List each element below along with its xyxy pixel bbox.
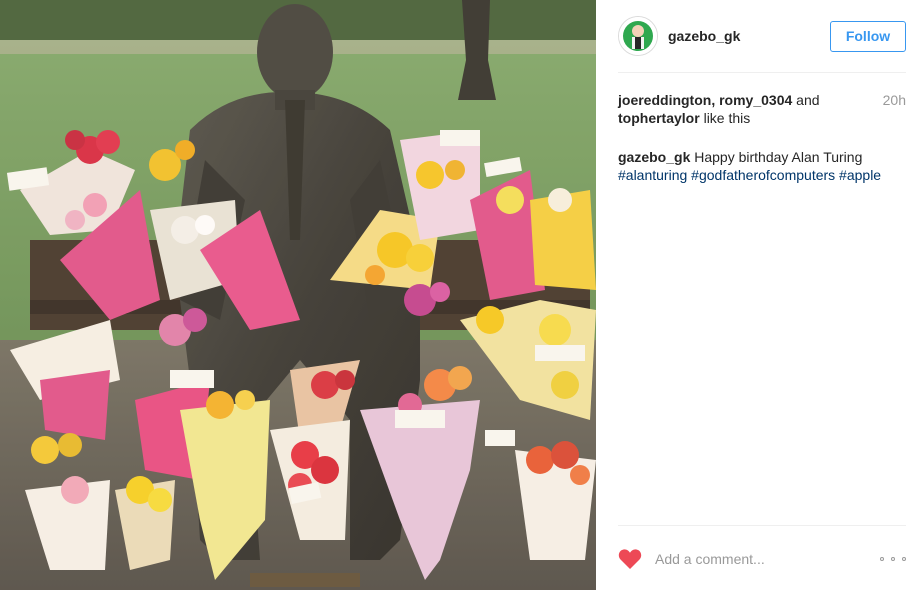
liker-username[interactable]: joereddington bbox=[618, 92, 711, 108]
instagram-post: gazebo_gk Follow joereddington, romy_030… bbox=[0, 0, 921, 590]
post-caption: gazebo_gk Happy birthday Alan Turing #al… bbox=[618, 148, 906, 184]
hashtag-link[interactable]: #alanturing bbox=[618, 167, 687, 183]
caption-username[interactable]: gazebo_gk bbox=[618, 149, 690, 165]
hashtag-link[interactable]: #apple bbox=[839, 167, 881, 183]
dot bbox=[902, 556, 906, 561]
liker-username[interactable]: romy_0304 bbox=[719, 92, 792, 108]
post-photo[interactable] bbox=[0, 0, 596, 590]
more-options-icon[interactable] bbox=[880, 554, 906, 564]
likes-separator: , bbox=[711, 92, 720, 108]
post-timestamp[interactable]: 20h bbox=[883, 91, 906, 109]
post-side-panel: gazebo_gk Follow joereddington, romy_030… bbox=[596, 0, 921, 590]
dot bbox=[891, 556, 895, 561]
likes-separator: and bbox=[792, 92, 820, 108]
post-header: gazebo_gk Follow bbox=[618, 0, 906, 73]
dot bbox=[880, 556, 884, 561]
caption-text: Happy birthday Alan Turing bbox=[694, 149, 863, 165]
avatar-image bbox=[619, 17, 657, 55]
likes-suffix: like this bbox=[699, 110, 751, 126]
heart-icon[interactable] bbox=[618, 548, 642, 570]
post-author-username[interactable]: gazebo_gk bbox=[668, 28, 830, 44]
comment-bar bbox=[618, 525, 906, 590]
liker-username[interactable]: tophertaylor bbox=[618, 110, 700, 126]
statue-photo-illustration bbox=[0, 0, 596, 590]
comment-input[interactable] bbox=[653, 549, 880, 568]
hashtag-link[interactable]: #godfatherofcomputers bbox=[691, 167, 835, 183]
avatar[interactable] bbox=[618, 16, 658, 56]
likes-summary: joereddington, romy_0304 and tophertaylo… bbox=[618, 91, 906, 127]
follow-button[interactable]: Follow bbox=[830, 20, 906, 52]
